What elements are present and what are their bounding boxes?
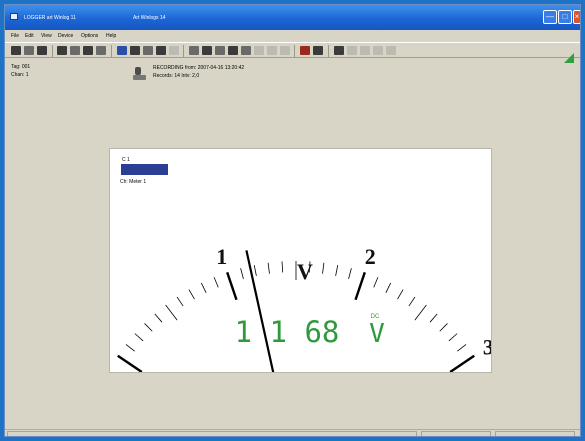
disabled-icon <box>347 46 357 55</box>
disabled-icon <box>360 46 370 55</box>
paste-icon[interactable] <box>96 46 106 55</box>
title-bar[interactable]: LOGGER art Winlog 11 Art Winlogs 14 — □ … <box>5 5 580 30</box>
minor-tick <box>253 265 257 276</box>
table-icon[interactable] <box>156 46 166 55</box>
copy-icon[interactable] <box>83 46 93 55</box>
window-subtitle: Art Winlogs 14 <box>133 15 166 21</box>
status-cell <box>7 431 417 436</box>
menu-bar: File Edit View Device Options Help <box>5 30 580 41</box>
marker-icon[interactable] <box>241 46 251 55</box>
minor-tick <box>373 277 379 288</box>
minor-tick <box>165 304 178 321</box>
readout-unit: V <box>369 319 385 349</box>
major-tick <box>117 354 143 372</box>
menu-view[interactable]: View <box>41 33 52 39</box>
meter-panel: C 1 Ch: Meter 1 0123 V 1 1 68 DC V <box>109 148 492 373</box>
channel-name: Ch: Meter 1 <box>120 179 146 185</box>
minor-tick <box>429 313 438 323</box>
scale-label: 1 <box>216 244 227 269</box>
cursor-icon[interactable] <box>189 46 199 55</box>
cut-icon[interactable] <box>70 46 80 55</box>
tag-label: Tag: 001 <box>11 64 31 70</box>
major-tick <box>449 354 475 372</box>
menu-file[interactable]: File <box>11 33 19 39</box>
disabled-icon <box>169 46 179 55</box>
scale-label: 3 <box>483 334 492 359</box>
minor-tick <box>188 289 195 300</box>
meter-needle <box>245 250 275 372</box>
minor-tick <box>348 268 352 279</box>
resize-grip-icon <box>564 53 574 63</box>
minor-tick <box>144 323 153 332</box>
analog-meter: C 1 Ch: Meter 1 0123 V 1 1 68 DC V <box>117 157 492 372</box>
minor-tick <box>125 344 135 352</box>
menu-help[interactable]: Help <box>106 33 116 39</box>
digital-readout: 1 1 68 <box>235 315 340 349</box>
minor-tick <box>322 262 325 274</box>
major-tick <box>226 271 238 301</box>
disabled-icon <box>267 46 277 55</box>
minor-tick <box>134 333 144 342</box>
toolbar <box>5 42 580 58</box>
status-bar <box>5 429 580 436</box>
minor-tick <box>335 265 339 276</box>
chart-icon[interactable] <box>117 46 127 55</box>
toolbar-separator <box>294 45 295 57</box>
settings-icon[interactable] <box>334 46 344 55</box>
disabled-icon <box>386 46 396 55</box>
stop-icon[interactable] <box>313 46 323 55</box>
grid-icon[interactable] <box>202 46 212 55</box>
zoom-icon[interactable] <box>143 46 153 55</box>
disabled-icon <box>280 46 290 55</box>
scale-label: 2 <box>365 244 376 269</box>
minor-tick <box>213 277 219 288</box>
minor-tick <box>267 262 270 274</box>
minor-tick <box>240 268 244 279</box>
minor-tick <box>385 282 392 294</box>
channel-color-bar <box>121 164 168 175</box>
status-cell <box>421 431 491 436</box>
app-window: LOGGER art Winlog 11 Art Winlogs 14 — □ … <box>4 4 581 437</box>
minimize-button[interactable]: — <box>543 10 557 24</box>
new-icon[interactable] <box>11 46 21 55</box>
minor-tick <box>200 282 207 294</box>
toolbar-separator <box>52 45 53 57</box>
close-button[interactable]: × <box>573 10 580 24</box>
status-cell <box>495 431 575 436</box>
minor-tick <box>281 261 284 273</box>
meter-icon[interactable] <box>130 46 140 55</box>
toolbar-separator <box>183 45 184 57</box>
print-icon[interactable] <box>57 46 67 55</box>
minor-tick <box>448 333 458 342</box>
menu-edit[interactable]: Edit <box>25 33 34 39</box>
records-count: Records: 14 Intv: 2,0 <box>153 73 200 79</box>
toolbar-separator <box>328 45 329 57</box>
minor-tick <box>439 323 448 332</box>
major-tick <box>354 271 366 301</box>
channel-label: C 1 <box>122 157 130 163</box>
chan-label: Chan: 1 <box>11 72 29 78</box>
toolbar-separator <box>111 45 112 57</box>
minor-tick <box>397 289 404 300</box>
export-icon[interactable] <box>228 46 238 55</box>
maximize-button[interactable]: □ <box>558 10 572 24</box>
save-icon[interactable] <box>37 46 47 55</box>
recording-status: RECORDING from: 2007-04-16 13:20:42 <box>153 65 245 71</box>
record-icon[interactable] <box>300 46 310 55</box>
disabled-icon <box>373 46 383 55</box>
disabled-icon <box>254 46 264 55</box>
minor-tick <box>176 296 184 307</box>
open-icon[interactable] <box>24 46 34 55</box>
window-title: LOGGER art Winlog 11 <box>24 15 76 21</box>
minor-tick <box>154 313 163 323</box>
unit-label: V <box>297 259 313 284</box>
menu-device[interactable]: Device <box>58 33 73 39</box>
minor-tick <box>414 304 427 321</box>
minor-tick <box>408 296 416 307</box>
logger-icon <box>133 67 148 81</box>
minor-tick <box>457 344 467 352</box>
app-icon <box>10 13 18 20</box>
menu-options[interactable]: Options <box>81 33 98 39</box>
scale-icon[interactable] <box>215 46 225 55</box>
